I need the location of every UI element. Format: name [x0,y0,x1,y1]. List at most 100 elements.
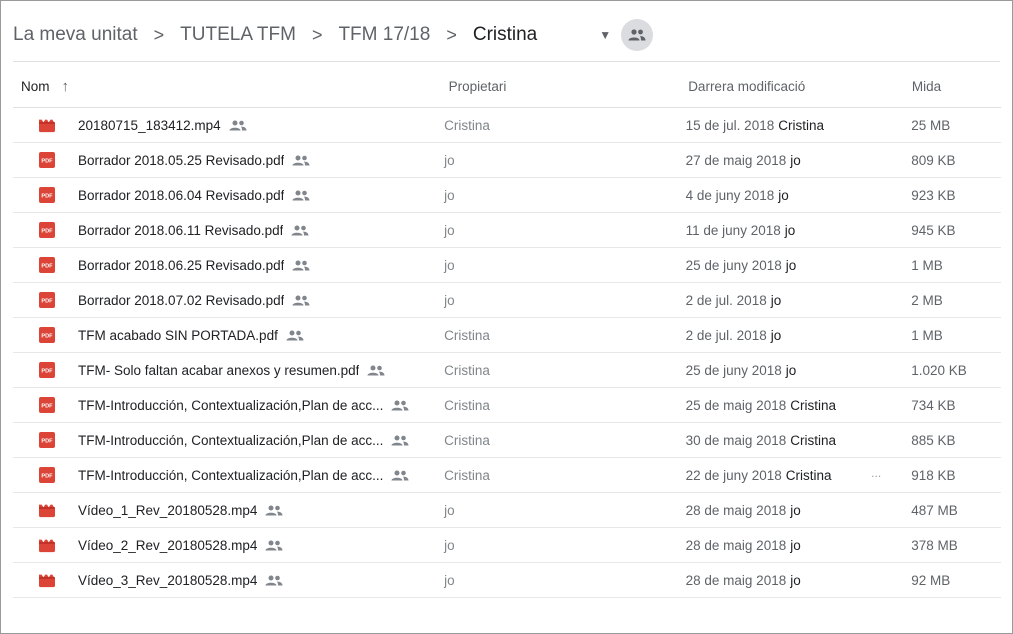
file-size: 378 MB [911,537,958,553]
file-name-cell: PDF TFM-Introducción, Contextualización,P… [13,432,442,448]
pdf-file-icon: PDF [39,432,55,448]
modified-by: Cristina [790,432,836,448]
file-owner: jo [444,537,455,553]
breadcrumb-tfm-17-18[interactable]: TFM 17/18 [338,24,430,46]
file-name[interactable]: Borrador 2018.06.04 Revisado.pdf [78,188,284,203]
modified-by: jo [785,257,797,273]
breadcrumb-tutela-tfm[interactable]: TUTELA TFM [180,24,296,46]
modified-date: 25 de juny 2018 [685,257,782,273]
file-size: 2 MB [911,292,943,308]
file-name-cell: PDF TFM- Solo faltan acabar anexos y resu… [13,362,442,378]
file-owner: jo [444,152,455,168]
svg-text:PDF: PDF [41,264,53,270]
svg-text:PDF: PDF [41,194,53,200]
file-size: 1 MB [911,327,943,343]
file-name[interactable]: Borrador 2018.06.11 Revisado.pdf [78,223,283,238]
video-file-icon [39,537,55,553]
file-size: 1 MB [911,257,943,273]
file-row[interactable]: PDF TFM-Introducción, Contextualización,P… [13,458,1001,493]
file-name[interactable]: 20180715_183412.mp4 [78,118,221,133]
modified-by: jo [770,292,782,308]
file-row[interactable]: PDF Borrador 2018.07.02 Revisado.pdf jo 2 d… [13,283,1001,318]
breadcrumb-current-folder[interactable]: Cristina [473,24,537,46]
file-name[interactable]: Borrador 2018.07.02 Revisado.pdf [78,293,284,308]
chevron-right-icon: > [446,24,457,45]
shared-people-icon [391,400,409,411]
file-owner: Cristina [444,327,490,343]
file-row[interactable]: PDF TFM- Solo faltan acabar anexos y resu… [13,353,1001,388]
file-name[interactable]: Vídeo_1_Rev_20180528.mp4 [78,503,257,518]
column-header-name-label: Nom [21,78,50,94]
file-row[interactable]: Vídeo_3_Rev_20180528.mp4 jo 28 de maig 201… [13,563,1001,598]
file-row[interactable]: PDF Borrador 2018.05.25 Revisado.pdf jo 27 … [13,143,1001,178]
svg-text:PDF: PDF [41,369,53,375]
file-modified: 30 de maig 2018 Cristina [686,433,912,448]
file-owner: jo [444,292,455,308]
file-name-cell: PDF Borrador 2018.06.04 Revisado.pdf [13,187,442,203]
file-modified: 4 de juny 2018 jo [686,188,912,203]
column-header-name[interactable]: Nom ↑ [13,78,447,95]
file-modified: 28 de maig 2018 jo [686,503,912,518]
file-name[interactable]: Vídeo_2_Rev_20180528.mp4 [78,538,257,553]
file-name[interactable]: TFM- Solo faltan acabar anexos y resumen… [78,363,359,378]
modified-date: 2 de jul. 2018 [685,292,767,308]
modified-date: 11 de juny 2018 [685,222,781,238]
shared-people-icon [292,295,310,306]
pdf-file-icon: PDF [39,327,55,343]
modified-by: jo [785,362,797,378]
pdf-file-icon: PDF [39,152,55,168]
pdf-file-icon: PDF [39,362,55,378]
file-size: 945 KB [911,222,956,238]
shared-people-icon [367,365,385,376]
modified-by: jo [784,222,796,238]
file-row[interactable]: PDF Borrador 2018.06.11 Revisado.pdf jo 11 … [13,213,1001,248]
file-row[interactable]: Vídeo_1_Rev_20180528.mp4 jo 28 de maig 201… [13,493,1001,528]
file-name-cell: PDF Borrador 2018.06.25 Revisado.pdf [13,257,442,273]
modified-by: Cristina [785,467,832,483]
file-owner: Cristina [444,117,490,133]
modified-by: jo [790,572,801,588]
modified-by: jo [778,187,789,203]
file-modified: 28 de maig 2018 jo [686,538,912,553]
file-name-cell: PDF TFM acabado SIN PORTADA.pdf [13,327,442,343]
file-name[interactable]: Vídeo_3_Rev_20180528.mp4 [78,573,257,588]
video-file-icon [39,117,55,133]
file-name[interactable]: Borrador 2018.06.25 Revisado.pdf [78,258,284,273]
column-header-owner[interactable]: Propietari [447,79,689,94]
file-row[interactable]: PDF Borrador 2018.06.04 Revisado.pdf jo 4 d… [13,178,1001,213]
file-size: 734 KB [911,397,956,413]
file-modified: 11 de juny 2018 jo [686,223,912,238]
file-name[interactable]: Borrador 2018.05.25 Revisado.pdf [78,153,284,168]
file-modified: 27 de maig 2018 jo [686,153,912,168]
modified-by: jo [770,327,782,343]
modified-date: 2 de jul. 2018 [685,327,767,343]
breadcrumb-my-drive[interactable]: La meva unitat [13,24,138,46]
shared-people-icon [265,540,283,551]
file-owner: Cristina [444,432,490,448]
file-row[interactable]: Vídeo_2_Rev_20180528.mp4 jo 28 de maig 201… [13,528,1001,563]
file-modified: 25 de maig 2018 Cristina [686,398,912,413]
file-row[interactable]: PDF Borrador 2018.06.25 Revisado.pdf jo 25 … [13,248,1001,283]
file-name[interactable]: TFM acabado SIN PORTADA.pdf [78,328,278,343]
pdf-file-icon: PDF [39,222,55,238]
file-name[interactable]: TFM-Introducción, Contextualización,Plan… [78,433,383,448]
caret-down-icon[interactable]: ▼ [599,28,611,42]
svg-text:PDF: PDF [41,404,53,410]
file-name[interactable]: TFM-Introducción, Contextualización,Plan… [78,398,383,413]
shared-folder-button[interactable] [621,19,654,51]
file-size: 92 MB [911,572,951,588]
file-row[interactable]: PDF TFM-Introducción, Contextualización,P… [13,423,1001,458]
shared-people-icon [292,155,310,166]
file-row[interactable]: PDF TFM-Introducción, Contextualización,P… [13,388,1001,423]
shared-people-icon [292,260,310,271]
chevron-right-icon: > [311,24,323,45]
column-header-modified[interactable]: Darrera modificació [688,79,912,94]
file-row[interactable]: 20180715_183412.mp4 Cristina 15 de jul. 20… [13,108,1001,143]
column-header-size[interactable]: Mida [912,79,1001,94]
file-row[interactable]: PDF TFM acabado SIN PORTADA.pdf Cristina 2 … [13,318,1001,353]
breadcrumb: La meva unitat > TUTELA TFM > TFM 17/18 … [13,15,654,55]
arrow-up-icon[interactable]: ↑ [62,78,70,95]
file-name[interactable]: TFM-Introducción, Contextualización,Plan… [78,468,383,483]
file-name-cell: Vídeo_3_Rev_20180528.mp4 [13,572,442,588]
video-file-icon [39,572,55,588]
